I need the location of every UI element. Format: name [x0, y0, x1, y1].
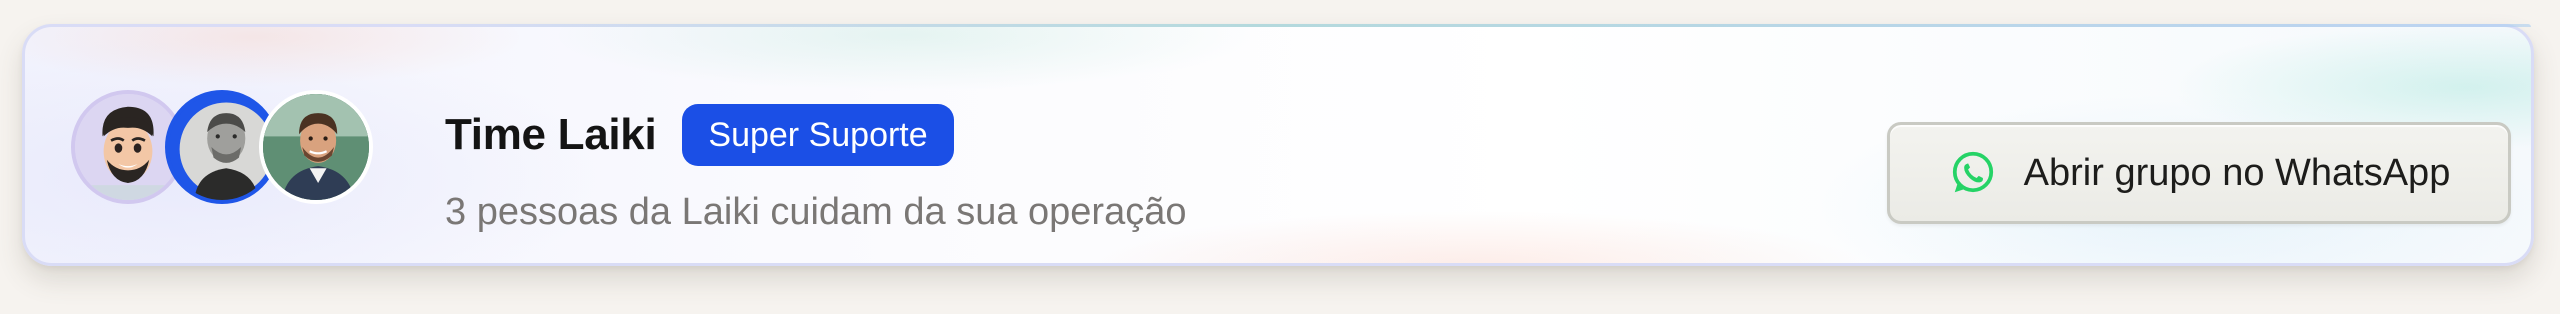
team-member-avatar-3: [259, 90, 373, 204]
whatsapp-icon: [1948, 148, 1998, 198]
super-support-badge: Super Suporte: [682, 104, 954, 166]
whatsapp-button-label: Abrir grupo no WhatsApp: [2023, 151, 2451, 194]
support-team-banner: Time Laiki Super Suporte 3 pessoas da La…: [0, 0, 2560, 314]
team-name: Time Laiki: [445, 110, 657, 159]
open-whatsapp-group-button[interactable]: Abrir grupo no WhatsApp: [1887, 122, 2511, 224]
team-title-row: Time Laiki Super Suporte: [445, 103, 954, 167]
team-avatars: [71, 90, 391, 210]
person-photo-avatar-icon: [263, 94, 369, 200]
team-card: Time Laiki Super Suporte 3 pessoas da La…: [22, 24, 2534, 266]
team-subtitle: 3 pessoas da Laiki cuidam da sua operaçã…: [445, 191, 1187, 233]
